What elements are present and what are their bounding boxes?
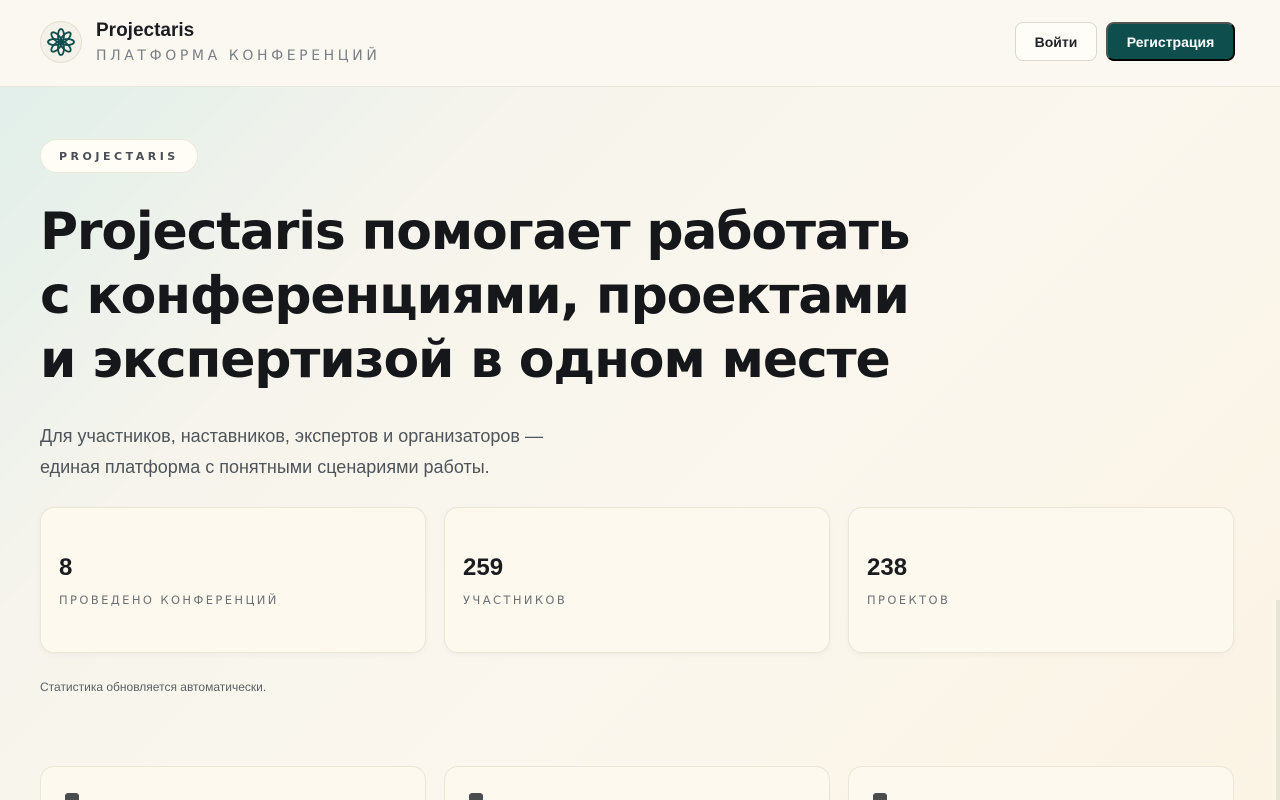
stat-card-projects: 238 ПРОЕКТОВ (848, 507, 1234, 653)
top-header: Projectaris ПЛАТФОРМА КОНФЕРЕНЦИЙ Войти … (0, 0, 1280, 87)
hero-title-line: с конференциями, проектами (40, 266, 910, 326)
register-button[interactable]: Регистрация (1106, 22, 1235, 61)
stat-label: ПРОВЕДЕНО КОНФЕРЕНЦИЙ (59, 593, 279, 607)
hero-description: Для участников, наставников, экспертов и… (40, 421, 680, 483)
stat-value: 259 (463, 554, 504, 581)
feature-card[interactable] (444, 766, 830, 800)
stat-value: 238 (867, 554, 908, 581)
hero-title-line: Projectaris помогает работать (40, 202, 911, 262)
hero-description-line: единая платформа с понятными сценариями … (40, 457, 490, 477)
brand-subtitle: ПЛАТФОРМА КОНФЕРЕНЦИЙ (96, 48, 381, 64)
stats-note: Статистика обновляется автоматически. (40, 680, 267, 694)
feature-icon (873, 793, 887, 800)
stat-value: 8 (59, 554, 73, 581)
scrollbar[interactable] (1276, 600, 1280, 800)
hero-pill-badge: PROJECTARIS (40, 139, 198, 173)
feature-icon (469, 793, 483, 800)
feature-card[interactable] (848, 766, 1234, 800)
brand-text: Projectaris ПЛАТФОРМА КОНФЕРЕНЦИЙ (96, 20, 380, 64)
brand-name: Projectaris (96, 20, 195, 41)
flower-icon (40, 21, 82, 63)
hero-title-line: и экспертизой в одном месте (40, 330, 891, 390)
feature-card[interactable] (40, 766, 426, 800)
stat-card-conferences: 8 ПРОВЕДЕНО КОНФЕРЕНЦИЙ (40, 507, 426, 653)
hero-description-line: Для участников, наставников, экспертов и… (40, 426, 543, 446)
feature-icon (65, 793, 79, 800)
brand[interactable]: Projectaris ПЛАТФОРМА КОНФЕРЕНЦИЙ (40, 20, 380, 64)
hero-title: Projectaris помогает работать с конферен… (40, 200, 1100, 392)
login-button[interactable]: Войти (1015, 22, 1097, 61)
stat-label: ПРОЕКТОВ (867, 593, 951, 607)
stat-card-participants: 259 УЧАСТНИКОВ (444, 507, 830, 653)
stat-label: УЧАСТНИКОВ (463, 593, 568, 607)
